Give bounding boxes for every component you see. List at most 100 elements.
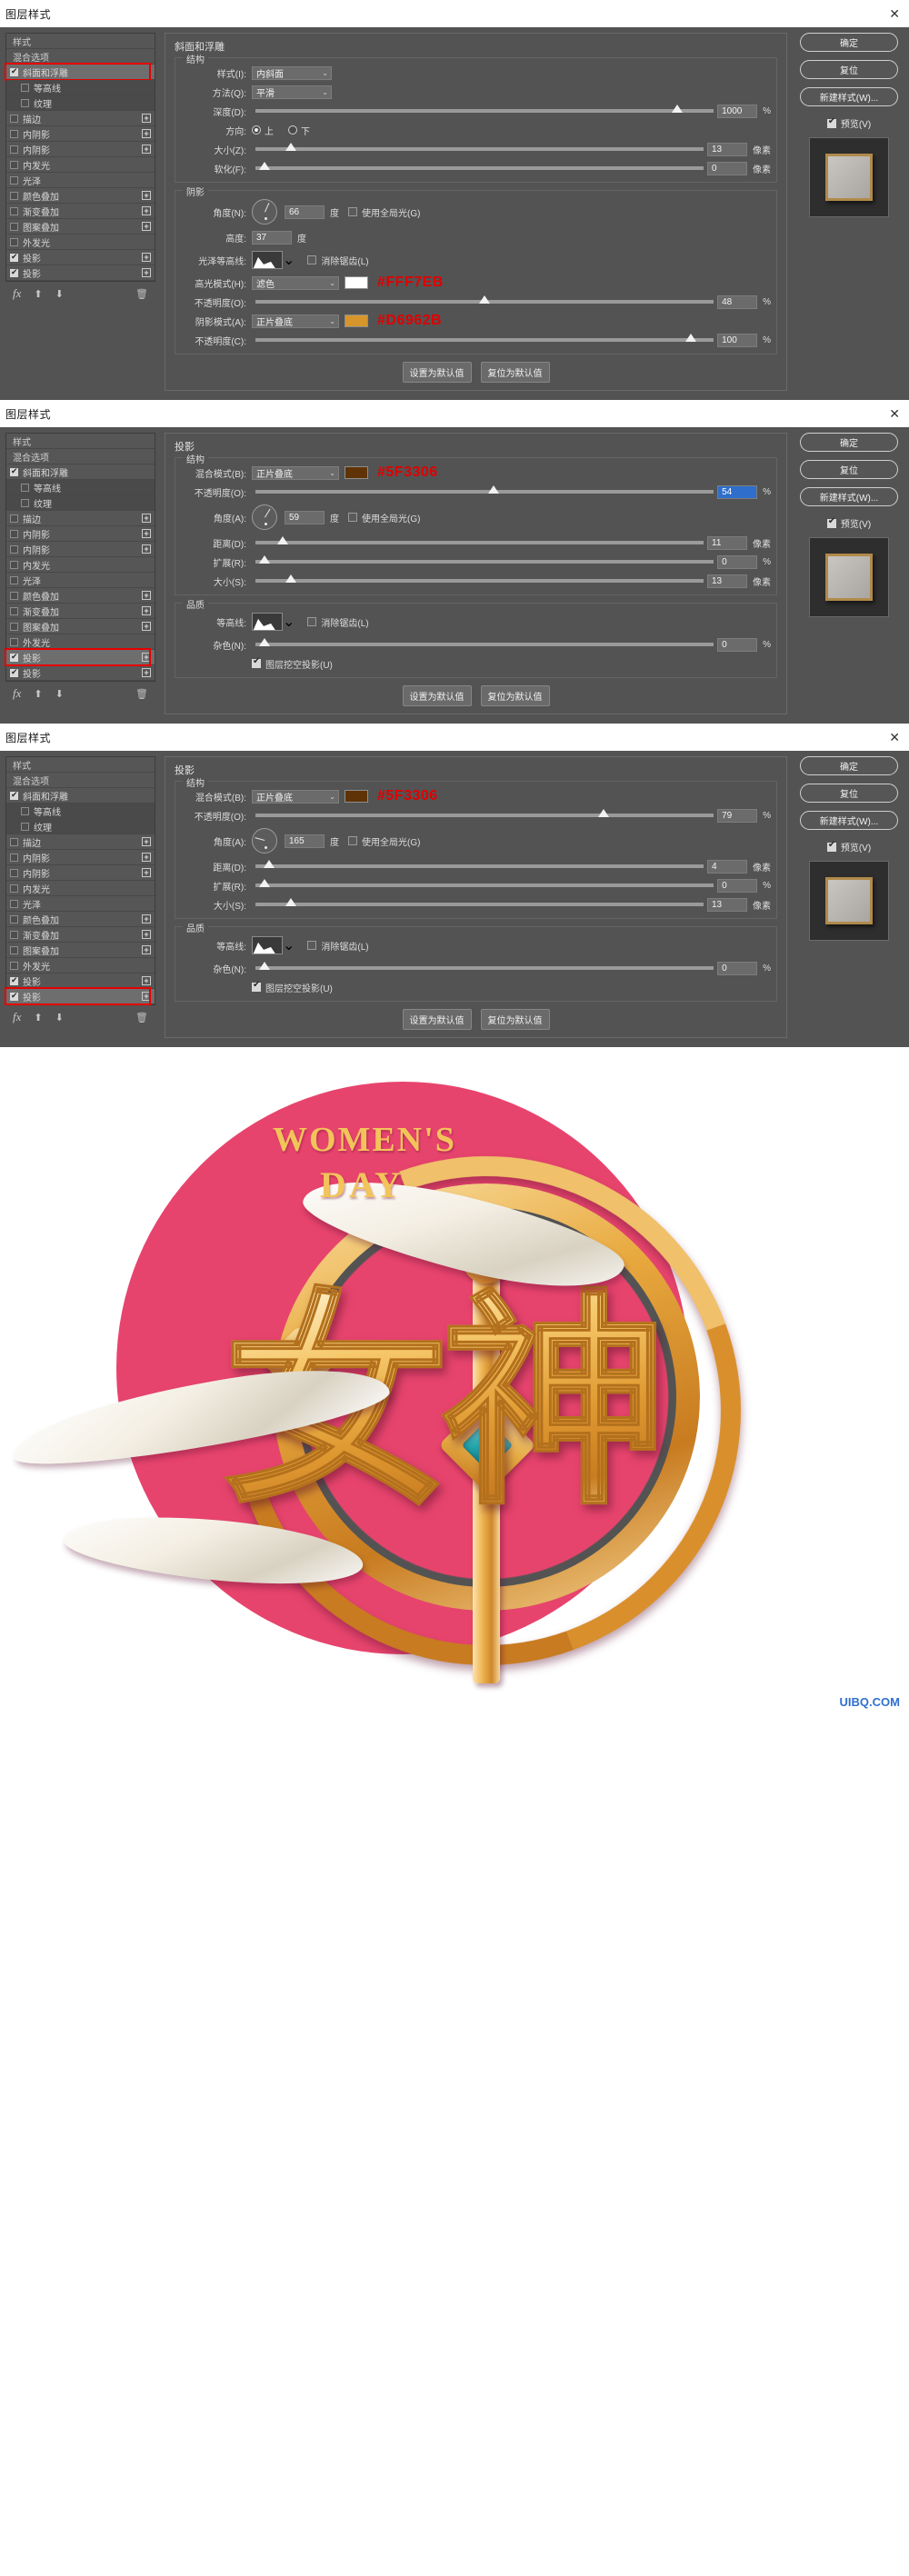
effect-add-icon-10[interactable]: +	[142, 914, 151, 924]
effect-add-icon-5[interactable]: +	[142, 114, 151, 123]
action-button-0[interactable]: 确定	[800, 433, 898, 452]
effect-row-14[interactable]: 投影 +	[6, 250, 155, 265]
row-value-5[interactable]: 0	[707, 161, 747, 175]
chevron-down-icon-0[interactable]: ⌄	[322, 69, 328, 77]
antialias-wrap-2[interactable]: 消除锯齿(L)	[307, 254, 369, 267]
effect-row-6[interactable]: 内阴影 +	[6, 850, 155, 865]
chevron-down-icon-3[interactable]: ⌄	[329, 279, 335, 287]
row-value-5[interactable]: 13	[707, 574, 747, 588]
effect-row-10[interactable]: 颜色叠加 +	[6, 912, 155, 927]
effect-row-10[interactable]: 颜色叠加 +	[6, 588, 155, 604]
row-slider-1[interactable]	[255, 485, 714, 494]
chevron-down-icon-0[interactable]: ⌄	[329, 793, 335, 801]
row-slider-5[interactable]	[255, 898, 704, 906]
effect-checkbox-2[interactable]	[10, 66, 18, 76]
effect-checkbox-5[interactable]	[10, 114, 18, 123]
row-slider-5[interactable]	[255, 574, 704, 583]
row-radio-3-1[interactable]: 下	[288, 124, 310, 137]
action-button-2[interactable]: 新建样式(W)...	[800, 87, 898, 106]
preview-checkbox[interactable]	[826, 516, 836, 528]
effect-checkbox-8[interactable]	[10, 160, 18, 169]
effect-checkbox-15[interactable]	[10, 267, 18, 277]
effect-add-icon-6[interactable]: +	[142, 853, 151, 862]
effect-row-15[interactable]: 投影 +	[6, 265, 155, 281]
delete-icon[interactable]: 🗑	[135, 1012, 148, 1023]
row-select-0[interactable]: 内斜面 ⌄	[252, 65, 332, 80]
row-slider-3-thumb[interactable]	[263, 860, 275, 868]
close-icon-2[interactable]: ✕	[889, 731, 900, 744]
effect-row-1[interactable]: 混合选项	[6, 49, 155, 65]
effect-checkbox-3[interactable]	[21, 483, 29, 492]
effect-row-11[interactable]: 渐变叠加 +	[6, 204, 155, 219]
row-value-3[interactable]: 11	[707, 535, 747, 550]
row-value-2[interactable]: 59	[285, 510, 325, 524]
effect-row-2[interactable]: 斜面和浮雕	[6, 464, 155, 480]
effect-checkbox-6[interactable]	[10, 853, 18, 862]
effect-row-8[interactable]: 内发光	[6, 157, 155, 173]
row-checkbox-2[interactable]	[252, 980, 261, 992]
effect-checkbox-12[interactable]	[10, 222, 18, 231]
row-slider-1-thumb[interactable]	[598, 809, 610, 817]
effect-checkbox-15[interactable]	[10, 991, 18, 1001]
effect-add-icon-12[interactable]: +	[142, 222, 151, 231]
row-value-4[interactable]: 0	[717, 878, 758, 893]
contour-preview-0[interactable]	[252, 936, 283, 954]
effect-add-icon-15[interactable]: +	[142, 668, 151, 677]
effect-row-10[interactable]: 颜色叠加 +	[6, 188, 155, 204]
effect-checkbox-2[interactable]	[10, 790, 18, 800]
effect-checkbox-7[interactable]	[10, 544, 18, 554]
effect-add-icon-12[interactable]: +	[142, 622, 151, 631]
effect-checkbox-14[interactable]	[10, 652, 18, 662]
effect-row-12[interactable]: 图案叠加 +	[6, 943, 155, 958]
row-value-5[interactable]: 13	[707, 897, 747, 912]
global-light-wrap-0[interactable]: 使用全局光(G)	[348, 205, 420, 219]
effect-row-8[interactable]: 内发光	[6, 557, 155, 573]
effect-add-icon-10[interactable]: +	[142, 191, 151, 200]
action-button-0[interactable]: 确定	[800, 33, 898, 52]
color-swatch-5[interactable]	[345, 315, 368, 327]
row-value-3[interactable]: 4	[707, 859, 747, 874]
antialias-wrap-0[interactable]: 消除锯齿(L)	[307, 939, 369, 953]
effect-row-13[interactable]: 外发光	[6, 958, 155, 973]
action-button-2[interactable]: 新建样式(W)...	[800, 811, 898, 830]
effect-row-3[interactable]: 等高线	[6, 80, 155, 95]
global-light-checkbox[interactable]	[348, 836, 357, 845]
global-light-wrap-2[interactable]: 使用全局光(G)	[348, 511, 420, 524]
effect-add-icon-7[interactable]: +	[142, 868, 151, 877]
effect-row-14[interactable]: 投影 +	[6, 973, 155, 989]
effect-add-icon-14[interactable]: +	[142, 653, 151, 662]
effect-row-14[interactable]: 投影 +	[5, 648, 155, 666]
effect-add-icon-6[interactable]: +	[142, 129, 151, 138]
effect-checkbox-2[interactable]	[10, 466, 18, 476]
blend-mode-select-5[interactable]: 正片叠底 ⌄	[252, 314, 339, 328]
effect-checkbox-5[interactable]	[10, 514, 18, 523]
row-slider-4-thumb[interactable]	[259, 879, 271, 887]
effect-add-icon-7[interactable]: +	[142, 145, 151, 154]
global-light-checkbox[interactable]	[348, 207, 357, 216]
delete-icon[interactable]: 🗑	[135, 288, 148, 300]
effect-checkbox-12[interactable]	[10, 945, 18, 954]
action-button-1[interactable]: 复位	[800, 60, 898, 79]
row-value-1[interactable]: 0	[717, 637, 758, 652]
effect-row-7[interactable]: 内阴影 +	[6, 142, 155, 157]
effect-row-0[interactable]: 样式	[6, 434, 155, 449]
preview-checkbox[interactable]	[826, 116, 836, 128]
row-slider-3[interactable]	[255, 860, 704, 868]
row-slider-4[interactable]	[255, 295, 714, 304]
color-swatch-3[interactable]	[345, 276, 368, 289]
effect-checkbox-13[interactable]	[10, 961, 18, 970]
move-down-icon[interactable]: ⬇	[55, 288, 64, 300]
preview-toggle-2[interactable]: 预览(V)	[826, 840, 871, 854]
effect-row-2[interactable]: 斜面和浮雕	[5, 63, 155, 81]
effect-checkbox-10[interactable]	[10, 914, 18, 924]
radio-dot-1[interactable]	[288, 125, 297, 135]
effect-checkbox-11[interactable]	[10, 606, 18, 615]
effect-checkbox-13[interactable]	[10, 637, 18, 646]
effect-checkbox-5[interactable]	[10, 837, 18, 846]
effect-add-icon-14[interactable]: +	[142, 976, 151, 985]
effect-row-4[interactable]: 纹理	[6, 95, 155, 111]
effect-row-9[interactable]: 光泽	[6, 173, 155, 188]
effect-row-12[interactable]: 图案叠加 +	[6, 619, 155, 634]
preview-toggle-1[interactable]: 预览(V)	[826, 516, 871, 530]
effect-checkbox-9[interactable]	[10, 899, 18, 908]
